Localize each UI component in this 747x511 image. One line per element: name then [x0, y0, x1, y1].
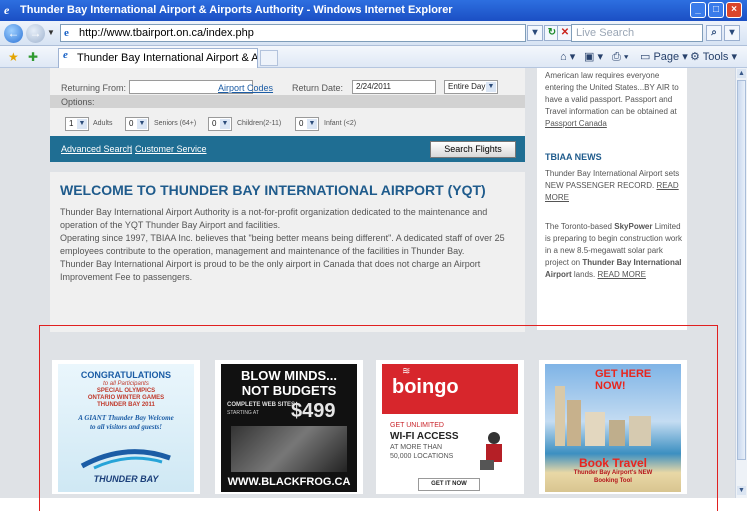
infant-select[interactable]: 0 ▼	[295, 117, 319, 131]
news-text: lands.	[573, 270, 596, 279]
passport-text: American law requires everyone entering …	[545, 71, 679, 116]
seniors-value: 0	[129, 119, 134, 128]
scrollbar-thumb[interactable]	[737, 80, 746, 460]
search-placeholder: Live Search	[576, 27, 635, 39]
customer-service-link[interactable]: Customer Service	[135, 144, 207, 154]
chevron-down-icon: ▼	[486, 82, 496, 92]
tools-menu[interactable]: ⚙ Tools ▾	[690, 48, 737, 66]
search-flights-button[interactable]: Search Flights	[430, 141, 516, 158]
search-input[interactable]: Live Search	[571, 24, 703, 42]
ie-logo-icon: e	[4, 3, 10, 17]
chevron-down-icon: ▼	[307, 119, 317, 129]
address-dropdown-icon[interactable]: ▾	[527, 25, 543, 41]
maximize-button[interactable]: □	[708, 2, 724, 18]
welcome-paragraph: Thunder Bay International Airport Author…	[60, 207, 488, 230]
page-icon: e	[64, 27, 69, 39]
add-favorites-icon[interactable]: ✚	[28, 48, 38, 66]
read-more-link[interactable]: READ MORE	[598, 270, 646, 279]
page-menu[interactable]: ▭ Page ▾	[640, 48, 688, 66]
page-menu-label: Page	[653, 51, 680, 63]
tab-page-icon: e	[63, 49, 68, 61]
seniors-label: Seniors (64+)	[154, 120, 197, 127]
return-time-value: Entire Day	[448, 82, 486, 91]
history-dropdown-icon[interactable]: ▼	[47, 28, 55, 37]
tab-active[interactable]: e Thunder Bay International Airport & Ai…	[58, 48, 258, 68]
minimize-button[interactable]: _	[690, 2, 706, 18]
tools-menu-label: Tools	[702, 51, 729, 63]
passport-canada-link[interactable]: Passport Canada	[545, 119, 607, 128]
home-icon[interactable]: ⌂ ▾	[560, 48, 575, 66]
return-date-input[interactable]: 2/24/2011	[352, 80, 436, 94]
returning-from-label: Returning From:	[61, 83, 127, 93]
tab-toolbar: ★ ✚ e Thunder Bay International Airport …	[0, 46, 747, 68]
news-item: Thunder Bay International Airport sets N…	[545, 168, 683, 204]
children-value: 0	[212, 119, 217, 128]
airport-codes-link[interactable]: Airport Codes	[218, 83, 273, 93]
chevron-down-icon: ▼	[77, 119, 87, 129]
flight-search-form: Returning From: Airport Codes Return Dat…	[50, 68, 525, 162]
news-heading: TBIAA NEWS	[545, 152, 602, 162]
print-icon[interactable]: ⎙ ▾	[612, 48, 628, 66]
search-options-icon[interactable]: ▾	[724, 25, 740, 41]
seniors-select[interactable]: 0 ▼	[125, 117, 149, 131]
back-button[interactable]: ←	[4, 24, 23, 43]
forward-button[interactable]: →	[26, 24, 45, 43]
highlight-rectangle	[39, 325, 718, 511]
news-item: The Toronto-based SkyPower Limited is pr…	[545, 221, 683, 281]
scroll-up-icon[interactable]: ▲	[737, 69, 746, 78]
news-text: The Toronto-based	[545, 222, 613, 231]
return-date-value: 2/24/2011	[356, 82, 391, 91]
welcome-body: Thunder Bay International Airport Author…	[60, 206, 515, 284]
options-label: Options:	[61, 97, 95, 107]
search-action-bar: Advanced Search | Customer Service Searc…	[50, 136, 525, 162]
feeds-icon[interactable]: ▣ ▾	[584, 48, 603, 66]
children-select[interactable]: 0 ▼	[208, 117, 232, 131]
address-input[interactable]: e http://www.tbairport.on.ca/index.php	[60, 24, 526, 42]
adults-label: Adults	[93, 120, 113, 127]
welcome-paragraph: Operating since 1997, TBIAA Inc. believe…	[60, 233, 505, 256]
vertical-scrollbar[interactable]: ▲ ▼	[735, 68, 747, 498]
new-tab-button[interactable]	[260, 50, 278, 66]
infant-label: Infant (<2)	[324, 120, 357, 127]
address-toolbar: ← → ▼ e http://www.tbairport.on.ca/index…	[0, 21, 747, 46]
search-icon[interactable]: ⌕	[706, 25, 722, 41]
chevron-down-icon: ▼	[137, 119, 147, 129]
address-text: http://www.tbairport.on.ca/index.php	[79, 27, 254, 39]
welcome-panel: WELCOME TO THUNDER BAY INTERNATIONAL AIR…	[50, 172, 525, 332]
welcome-title: WELCOME TO THUNDER BAY INTERNATIONAL AIR…	[60, 182, 486, 198]
chevron-down-icon: ▼	[220, 119, 230, 129]
return-date-label: Return Date:	[292, 83, 344, 93]
passport-notice: American law requires everyone entering …	[545, 70, 683, 130]
infant-value: 0	[299, 119, 304, 128]
return-time-select[interactable]: Entire Day ▼	[444, 80, 498, 94]
scroll-down-icon[interactable]: ▼	[737, 486, 746, 495]
close-button[interactable]: ×	[726, 2, 742, 18]
adults-select[interactable]: 1 ▼	[65, 117, 89, 131]
welcome-paragraph: Thunder Bay International Airport is pro…	[60, 259, 481, 282]
tab-label: Thunder Bay International Airport & Air.…	[77, 52, 258, 64]
window-titlebar: e Thunder Bay International Airport & Ai…	[0, 0, 747, 21]
window-title: Thunder Bay International Airport & Airp…	[20, 4, 453, 16]
children-label: Children(2-11)	[237, 120, 282, 127]
adults-value: 1	[69, 119, 74, 128]
options-bar: Options:	[50, 95, 525, 108]
news-sidebar: American law requires everyone entering …	[537, 68, 687, 330]
favorites-star-icon[interactable]: ★	[8, 48, 19, 66]
news-text-bold: SkyPower	[614, 222, 653, 231]
advanced-search-link[interactable]: Advanced Search	[61, 144, 132, 154]
link-separator: |	[130, 144, 133, 154]
